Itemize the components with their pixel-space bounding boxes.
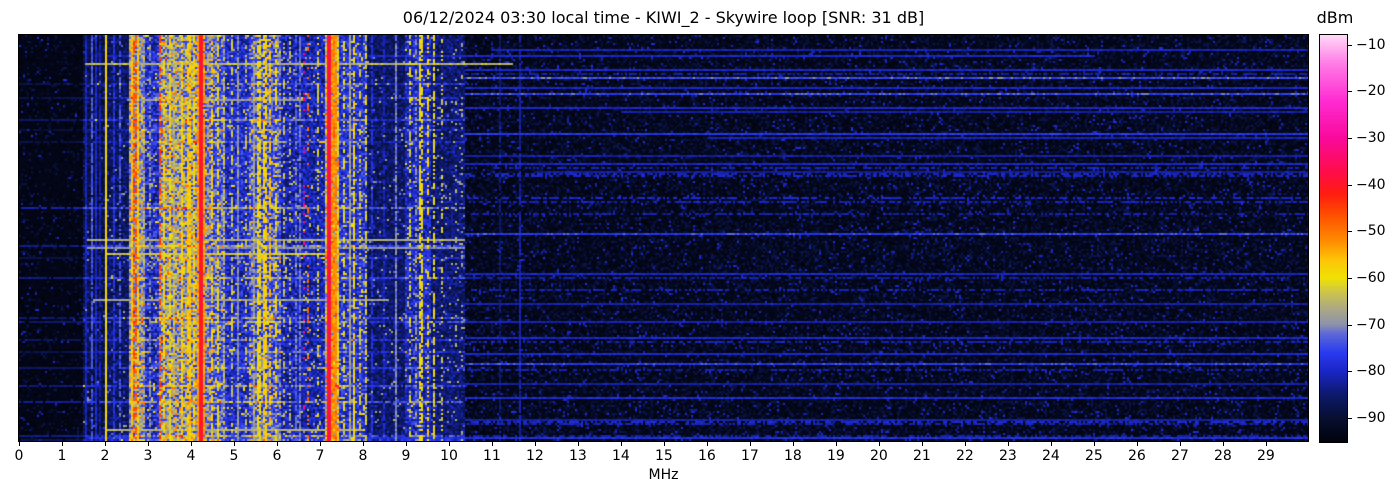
spectrogram-figure: 06/12/2024 03:30 local time - KIWI_2 - S… xyxy=(0,0,1400,500)
x-axis-label: MHz xyxy=(648,467,679,483)
x-tick-mark xyxy=(1093,441,1095,446)
x-tick-mark xyxy=(792,441,794,446)
x-tick-label: 12 xyxy=(525,448,544,464)
colorbar-tick-mark xyxy=(1348,91,1352,93)
colorbar-tick-label: −30 xyxy=(1356,130,1386,146)
x-tick-label: 21 xyxy=(912,448,931,464)
x-tick-label: 15 xyxy=(654,448,673,464)
x-tick-mark xyxy=(921,441,923,446)
x-tick-label: 22 xyxy=(955,448,974,464)
x-tick-label: 28 xyxy=(1213,448,1232,464)
colorbar-tick-label: −70 xyxy=(1356,316,1386,333)
x-tick-mark xyxy=(363,441,364,446)
x-tick-mark xyxy=(277,441,278,446)
plot-title: 06/12/2024 03:30 local time - KIWI_2 - S… xyxy=(402,8,925,27)
x-tick-mark xyxy=(964,441,966,446)
x-tick-mark xyxy=(234,441,235,446)
colorbar-tick-mark xyxy=(1348,417,1352,419)
x-tick-mark xyxy=(663,441,665,446)
x-tick-mark xyxy=(320,441,321,446)
x-tick-label: 18 xyxy=(783,448,802,464)
x-tick-label: 13 xyxy=(568,448,587,464)
x-tick-label: 19 xyxy=(826,448,845,464)
x-tick-label: 1 xyxy=(57,448,67,464)
x-tick-mark xyxy=(19,441,20,446)
x-tick-label: 5 xyxy=(229,448,239,464)
x-tick-mark xyxy=(577,441,579,446)
x-tick-mark xyxy=(191,441,192,446)
x-tick-label: 27 xyxy=(1170,448,1189,464)
colorbar-tick-mark xyxy=(1348,371,1352,373)
colorbar-tick-mark xyxy=(1348,231,1352,233)
x-tick-label: 6 xyxy=(272,448,282,464)
colorbar-tick-label: −90 xyxy=(1356,409,1386,426)
x-tick-label: 20 xyxy=(869,448,888,464)
colorbar-tick-label: −40 xyxy=(1356,176,1386,193)
colorbar-tick-label: −80 xyxy=(1356,363,1386,380)
x-tick-mark xyxy=(1265,441,1267,446)
x-tick-label: 7 xyxy=(315,448,325,464)
x-tick-mark xyxy=(1007,441,1009,446)
x-tick-mark xyxy=(105,441,106,446)
x-tick-label: 14 xyxy=(611,448,630,464)
colorbar-tick-mark xyxy=(1348,324,1352,326)
x-tick-mark xyxy=(706,441,708,446)
x-tick-mark xyxy=(1050,441,1052,446)
x-tick-mark xyxy=(835,441,837,446)
x-tick-mark xyxy=(406,441,407,446)
x-tick-mark xyxy=(878,441,880,446)
x-tick-label: 3 xyxy=(143,448,153,464)
x-tick-mark xyxy=(534,441,536,446)
x-tick-mark xyxy=(620,441,622,446)
x-tick-label: 8 xyxy=(358,448,368,464)
x-tick-mark xyxy=(749,441,751,446)
x-tick-mark xyxy=(148,441,149,446)
colorbar xyxy=(1319,34,1348,443)
x-tick-label: 2 xyxy=(100,448,110,464)
x-tick-label: 10 xyxy=(440,448,458,464)
colorbar-tick-mark xyxy=(1348,184,1352,186)
x-tick-label: 16 xyxy=(697,448,716,464)
x-tick-mark xyxy=(1179,441,1181,446)
colorbar-tick-mark xyxy=(1348,44,1352,46)
x-tick-label: 29 xyxy=(1256,448,1275,464)
x-tick-label: 24 xyxy=(1041,448,1060,464)
x-tick-label: 4 xyxy=(186,448,196,464)
colorbar-tick-label: −10 xyxy=(1356,36,1386,53)
x-tick-mark xyxy=(491,441,493,446)
x-tick-label: 9 xyxy=(401,448,411,464)
x-tick-label: 0 xyxy=(14,448,24,464)
x-tick-label: 11 xyxy=(482,448,501,464)
colorbar-gradient-canvas xyxy=(1320,35,1347,442)
x-tick-label: 26 xyxy=(1127,448,1146,464)
colorbar-tick-mark xyxy=(1348,277,1352,279)
colorbar-tick-label: −20 xyxy=(1356,83,1386,100)
x-tick-label: 17 xyxy=(740,448,759,464)
colorbar-unit-label: dBm xyxy=(1316,8,1354,27)
x-tick-mark xyxy=(449,441,450,446)
x-tick-label: 23 xyxy=(998,448,1017,464)
x-tick-mark xyxy=(1136,441,1138,446)
colorbar-tick-label: −50 xyxy=(1356,223,1386,240)
x-tick-label: 25 xyxy=(1084,448,1103,464)
plot-area xyxy=(18,34,1309,442)
spectrogram-canvas xyxy=(19,35,1308,441)
colorbar-tick-mark xyxy=(1348,138,1352,139)
x-tick-mark xyxy=(62,441,63,446)
colorbar-tick-label: −60 xyxy=(1356,269,1386,286)
x-tick-mark xyxy=(1222,441,1224,446)
